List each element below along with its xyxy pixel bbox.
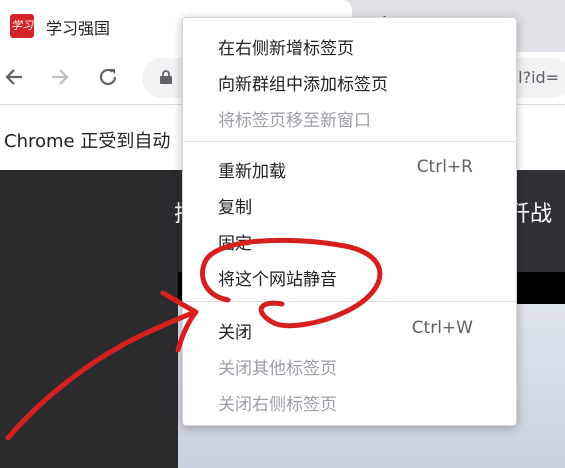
menu-item-label: 关闭其他标签页 xyxy=(218,359,337,379)
lock-icon[interactable] xyxy=(160,70,172,84)
reload-icon[interactable] xyxy=(94,63,122,91)
forward-arrow-icon[interactable] xyxy=(46,63,74,91)
menu-item-reload[interactable]: 重新加载 Ctrl+R xyxy=(183,150,516,186)
menu-item-duplicate[interactable]: 复制 xyxy=(183,186,516,222)
menu-item-label: 固定 xyxy=(218,234,252,254)
menu-item-move-to-new-window: 将标签页移至新窗口 xyxy=(183,99,516,135)
menu-item-label: 复制 xyxy=(218,198,252,218)
menu-item-add-to-new-group[interactable]: 向新群组中添加标签页 xyxy=(183,63,516,99)
site-favicon-icon: 学习 xyxy=(10,14,34,38)
menu-item-close-right: 关闭右侧标签页 xyxy=(183,383,516,419)
menu-separator xyxy=(183,301,516,302)
menu-item-label: 将标签页移至新窗口 xyxy=(218,111,371,131)
menu-item-label: 关闭 xyxy=(218,323,252,343)
menu-item-mute-site[interactable]: 将这个网站静音 xyxy=(183,258,516,294)
page-dark-panel xyxy=(0,170,178,468)
menu-item-close-others: 关闭其他标签页 xyxy=(183,347,516,383)
menu-item-label: 在右侧新增标签页 xyxy=(218,39,354,59)
menu-item-label: 重新加载 xyxy=(218,162,286,182)
menu-item-label: 将这个网站静音 xyxy=(218,270,337,290)
infobar-text: Chrome 正受到自动 xyxy=(4,131,171,152)
tab-context-menu: 在右侧新增标签页 向新群组中添加标签页 将标签页移至新窗口 重新加载 Ctrl+… xyxy=(182,17,517,426)
tab-title: 学习强国 xyxy=(46,19,111,38)
back-arrow-icon[interactable] xyxy=(0,63,28,91)
menu-item-pin[interactable]: 固定 xyxy=(183,222,516,258)
menu-item-close[interactable]: 关闭 Ctrl+W xyxy=(183,311,516,347)
menu-item-new-tab-right[interactable]: 在右侧新增标签页 xyxy=(183,27,516,63)
menu-item-shortcut: Ctrl+W xyxy=(411,318,473,338)
menu-item-shortcut: Ctrl+R xyxy=(416,157,473,177)
menu-item-label: 向新群组中添加标签页 xyxy=(218,75,388,95)
menu-item-label: 关闭右侧标签页 xyxy=(218,395,337,415)
menu-separator xyxy=(183,141,516,142)
